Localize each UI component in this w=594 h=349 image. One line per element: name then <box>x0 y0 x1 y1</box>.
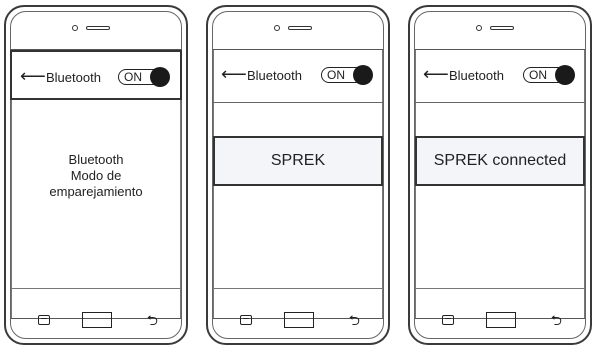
home-button-icon[interactable] <box>486 312 516 328</box>
content-line: emparejamiento <box>49 184 143 199</box>
speaker-icon <box>288 26 312 30</box>
menu-icon[interactable] <box>38 315 50 325</box>
menu-icon[interactable] <box>240 315 252 325</box>
divider <box>11 288 181 289</box>
bluetooth-toggle[interactable]: ON <box>118 67 170 87</box>
screen: ⟵ Bluetooth ON SPREK <box>213 49 383 319</box>
navigation-bar: ⮌ <box>218 311 378 331</box>
phone-3: ⟵ Bluetooth ON SPREK connected ⮌ <box>408 5 592 345</box>
camera-icon <box>274 25 280 31</box>
content-line: Modo de <box>70 168 122 183</box>
header-title: Bluetooth <box>46 70 101 85</box>
divider <box>213 102 383 103</box>
return-icon[interactable]: ⮌ <box>147 311 158 329</box>
bluetooth-toggle[interactable]: ON <box>523 65 575 85</box>
arrow-left-icon[interactable]: ⟵ <box>221 65 247 83</box>
navigation-bar: ⮌ <box>16 311 176 331</box>
arrow-left-icon[interactable]: ⟵ <box>20 67 46 85</box>
home-button-icon[interactable] <box>82 312 112 328</box>
device-item-sprek-connected[interactable]: SPREK connected <box>415 136 585 186</box>
return-icon[interactable]: ⮌ <box>349 311 360 329</box>
speaker-icon <box>490 26 514 30</box>
toggle-knob <box>353 65 373 85</box>
camera-icon <box>72 25 78 31</box>
camera-icon <box>476 25 482 31</box>
menu-icon[interactable] <box>442 315 454 325</box>
navigation-bar: ⮌ <box>420 311 580 331</box>
return-icon[interactable]: ⮌ <box>551 311 562 329</box>
toggle-label: ON <box>124 70 142 84</box>
toggle-knob <box>555 65 575 85</box>
home-button-icon[interactable] <box>284 312 314 328</box>
phone-1: ⟵ Bluetooth ON Bluetooth Modo de emparej… <box>4 5 188 345</box>
arrow-left-icon[interactable]: ⟵ <box>423 65 449 83</box>
bluetooth-header: ⟵ Bluetooth ON <box>213 50 383 100</box>
bluetooth-header: ⟵ Bluetooth ON <box>415 50 585 100</box>
bluetooth-toggle[interactable]: ON <box>321 65 373 85</box>
toggle-label: ON <box>529 68 547 82</box>
pairing-mode-text: Bluetooth Modo de emparejamiento <box>11 152 181 200</box>
content-line: Bluetooth <box>68 152 124 167</box>
header-title: Bluetooth <box>449 68 504 83</box>
bluetooth-header-highlighted: ⟵ Bluetooth ON <box>10 50 182 100</box>
divider <box>415 288 585 289</box>
toggle-knob <box>150 67 170 87</box>
header-title: Bluetooth <box>247 68 302 83</box>
screen: ⟵ Bluetooth ON Bluetooth Modo de emparej… <box>10 49 182 319</box>
screen: ⟵ Bluetooth ON SPREK connected <box>415 49 585 319</box>
device-item-sprek[interactable]: SPREK <box>213 136 383 186</box>
divider <box>213 288 383 289</box>
toggle-label: ON <box>327 68 345 82</box>
phone-2: ⟵ Bluetooth ON SPREK ⮌ <box>206 5 390 345</box>
speaker-icon <box>86 26 110 30</box>
divider <box>415 102 585 103</box>
